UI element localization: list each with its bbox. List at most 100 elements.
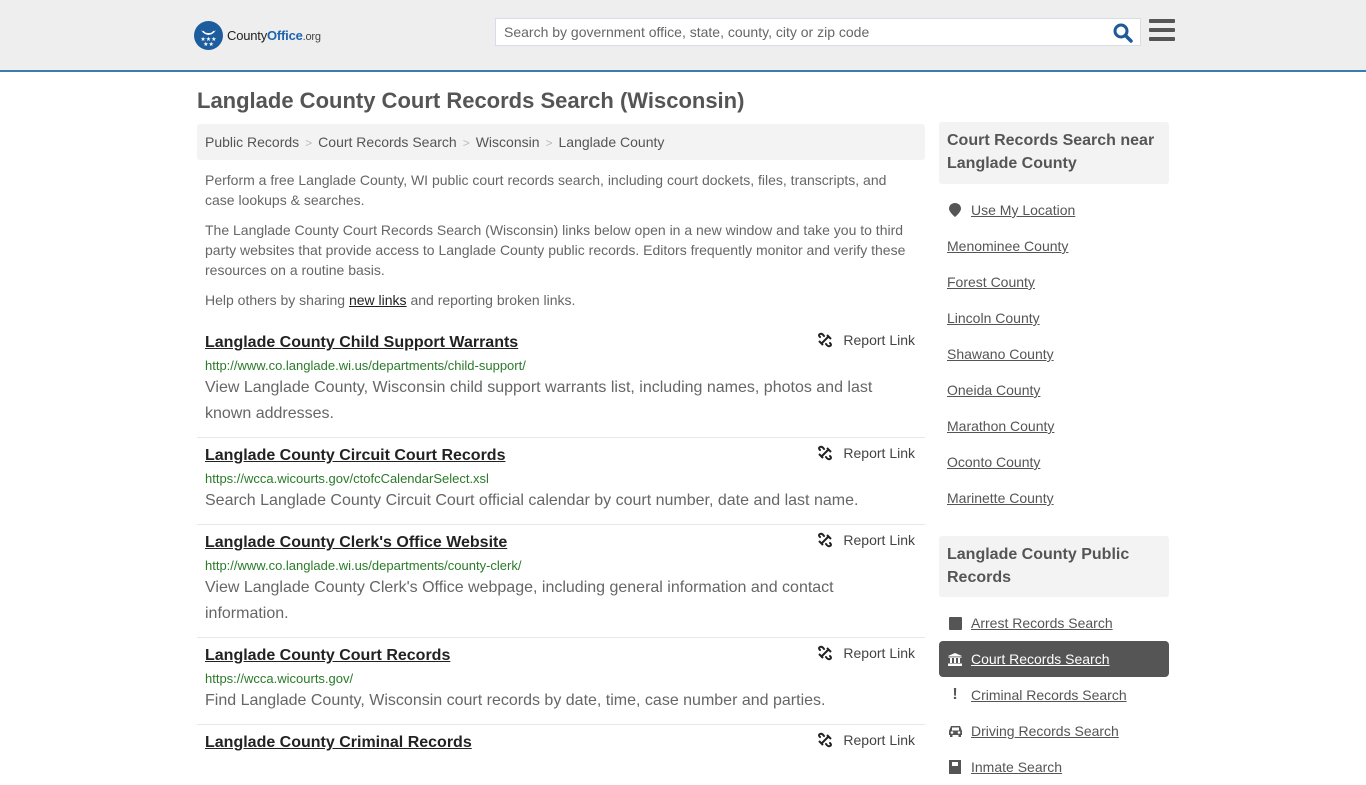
inmate-search-link[interactable]: Inmate Search [971,759,1062,775]
report-link-button[interactable]: Report Link [817,445,915,461]
public-records-item: Arrest Records Search [939,605,1169,641]
nearby-list: Use My Location Menominee County Forest … [939,192,1169,516]
broken-link-icon [818,732,833,748]
result-item: Langlade County Child Support Warrants R… [197,325,925,438]
result-description: Search Langlade County Circuit Court off… [205,492,859,509]
report-link-button[interactable]: Report Link [817,645,915,661]
nearby-county-item: Marinette County [939,480,1169,516]
svg-text:★★: ★★ [203,41,214,48]
search-input[interactable] [496,19,1096,45]
nearby-county-link[interactable]: Oconto County [947,454,1040,470]
result-title-link[interactable]: Langlade County Child Support Warrants [205,333,518,353]
report-link-button[interactable]: Report Link [817,532,915,548]
result-item: Langlade County Circuit Court Records Re… [197,438,925,525]
new-links-link[interactable]: new links [349,292,407,308]
nearby-county-link[interactable]: Lincoln County [947,310,1040,326]
arrest-records-search-link[interactable]: Arrest Records Search [971,615,1113,631]
menu-bar [1149,19,1175,23]
breadcrumb-public-records[interactable]: Public Records [205,134,299,150]
criminal-records-search-link[interactable]: Criminal Records Search [971,687,1127,703]
intro-text-before-link: Help others by sharing [205,292,349,308]
use-my-location-link[interactable]: Use My Location [971,202,1075,218]
result-url: http://www.co.langlade.wi.us/departments… [205,558,522,573]
menu-bar [1149,37,1175,41]
report-link-label: Report Link [843,645,915,661]
inmate-icon [947,760,963,774]
result-title-link[interactable]: Langlade County Clerk's Office Website [205,533,507,553]
breadcrumb: Public Records > Court Records Search > Wisc… [197,124,925,160]
intro-paragraph-1: Perform a free Langlade County, WI publi… [205,172,887,208]
nearby-county-item: Shawano County [939,336,1169,372]
courthouse-icon [947,652,963,666]
breadcrumb-separator: > [462,136,470,150]
search-bar [495,18,1141,46]
broken-link-icon [818,645,833,661]
report-link-button[interactable]: Report Link [817,332,915,348]
nearby-county-link[interactable]: Marinette County [947,490,1054,506]
site-logo[interactable]: ★★★ ★★ CountyOffice.org [194,21,321,50]
car-icon [947,725,963,737]
result-title-link[interactable]: Langlade County Court Records [205,646,450,666]
logo-eagle-icon: ★★★ ★★ [194,21,223,50]
result-description: View Langlade County Clerk's Office webp… [205,579,834,622]
nearby-county-item: Oneida County [939,372,1169,408]
nearby-county-link[interactable]: Marathon County [947,418,1054,434]
results-list: Langlade County Child Support Warrants R… [197,325,925,763]
driving-records-search-link[interactable]: Driving Records Search [971,723,1119,739]
breadcrumb-separator: > [305,136,313,150]
breadcrumb-langlade-county[interactable]: Langlade County [559,134,665,150]
report-link-label: Report Link [843,445,915,461]
result-item: Langlade County Criminal Records Report … [197,725,925,763]
public-records-list: Arrest Records Search Court Records Sear… [939,605,1169,785]
nearby-county-link[interactable]: Menominee County [947,238,1068,254]
broken-link-icon [818,445,833,461]
public-records-item: Inmate Search [939,749,1169,785]
nearby-county-item: Marathon County [939,408,1169,444]
nearby-heading: Court Records Search near Langlade Count… [939,122,1169,184]
result-url: https://wcca.wicourts.gov/ [205,671,354,686]
broken-link-icon [818,332,833,348]
nearby-county-link[interactable]: Forest County [947,274,1035,290]
breadcrumb-wisconsin[interactable]: Wisconsin [476,134,540,150]
logo-text-county: County [227,28,267,43]
public-records-item: ! Criminal Records Search [939,677,1169,713]
nearby-county-item: Forest County [939,264,1169,300]
public-records-heading: Langlade County Public Records [939,536,1169,597]
broken-link-icon [818,532,833,548]
intro-paragraph-2: The Langlade County Court Records Search… [205,222,906,278]
intro-paragraph-3: Help others by sharing new links and rep… [205,290,917,310]
nearby-county-item: Menominee County [939,228,1169,264]
report-link-button[interactable]: Report Link [817,732,915,748]
result-description: Find Langlade County, Wisconsin court re… [205,692,826,709]
result-url: http://www.co.langlade.wi.us/departments… [205,358,526,373]
exclamation-icon: ! [952,686,958,703]
result-title-link[interactable]: Langlade County Criminal Records [205,733,472,753]
hamburger-menu-icon[interactable] [1149,19,1175,43]
result-title-link[interactable]: Langlade County Circuit Court Records [205,446,505,466]
result-url: https://wcca.wicourts.gov/ctofcCalendarS… [205,471,489,486]
use-my-location-item: Use My Location [939,192,1169,228]
nearby-county-link[interactable]: Shawano County [947,346,1054,362]
report-link-label: Report Link [843,332,915,348]
breadcrumb-court-records-search[interactable]: Court Records Search [318,134,457,150]
breadcrumb-separator: > [545,136,553,150]
court-records-search-link[interactable]: Court Records Search [971,651,1110,667]
nearby-county-link[interactable]: Oneida County [947,382,1040,398]
site-header: ★★★ ★★ CountyOffice.org [0,0,1366,72]
nearby-county-item: Oconto County [939,444,1169,480]
intro-text-after-link: and reporting broken links. [406,292,576,308]
result-item: Langlade County Clerk's Office Website R… [197,525,925,638]
report-link-label: Report Link [843,732,915,748]
square-icon [947,616,963,630]
nearby-county-item: Lincoln County [939,300,1169,336]
public-records-item: Driving Records Search [939,713,1169,749]
logo-text-tld: .org [302,31,321,43]
search-icon[interactable] [1112,22,1134,44]
menu-bar [1149,28,1175,32]
logo-text: CountyOffice.org [227,28,321,43]
page-title: Langlade County Court Records Search (Wi… [197,88,745,113]
intro-text: Perform a free Langlade County, WI publi… [205,170,917,320]
public-records-item-active: Court Records Search [939,641,1169,677]
logo-text-office: Office [267,28,303,43]
result-description: View Langlade County, Wisconsin child su… [205,379,873,422]
